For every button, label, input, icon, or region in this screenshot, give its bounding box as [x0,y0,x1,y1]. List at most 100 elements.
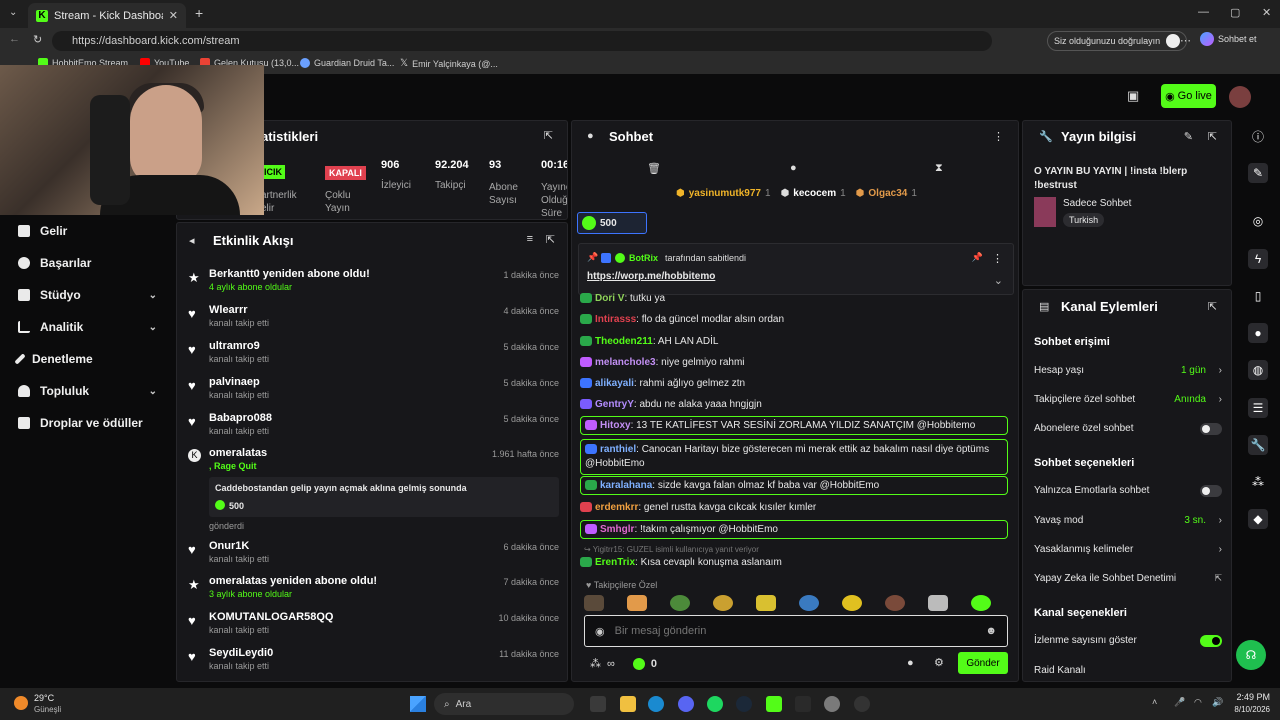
new-tab-icon[interactable]: + [195,5,203,21]
browser-tab[interactable]: K Stream - Kick Dashboard ✕ [28,3,186,28]
kick-app-icon[interactable] [766,696,782,712]
sidebar-item-topluluk[interactable]: Topluluk ⌄ [0,375,175,407]
more-menu-icon[interactable]: ⋯ [1180,34,1191,47]
share-icon[interactable]: ⁂ [590,657,601,670]
windows-start-icon[interactable] [410,696,426,712]
popout-icon[interactable]: ⇱ [1208,130,1217,143]
edit-icon[interactable]: ✎ [1248,163,1268,183]
camera-icon[interactable]: ◎ [1248,211,1268,231]
chat-username[interactable]: Intirasss [595,314,636,325]
raid-row[interactable]: Raid Kanalı [1034,665,1222,676]
edit-icon[interactable]: ✎ [1184,130,1193,143]
user-avatar[interactable] [1229,86,1251,108]
pinned-menu-icon[interactable]: ⋮ [992,252,1003,265]
followers-chat-row[interactable]: Takipçilere özel sohbet Anında › [1034,394,1222,405]
chat-username[interactable]: ErenTrix [595,557,635,568]
infinity-icon[interactable]: ∞ [607,658,615,670]
mic-icon[interactable]: 🎤 [1174,697,1185,708]
settings-icon[interactable] [824,696,840,712]
emote-icon[interactable] [584,595,604,611]
app-icon[interactable] [795,696,811,712]
emoji-icon[interactable]: ☻ [985,625,997,637]
bookmark-x[interactable]: 𝕏 Emir Yalçinkaya (@... [400,58,498,69]
emote-icon[interactable] [885,595,905,611]
share-icon[interactable]: ⁂ [1248,472,1268,492]
chat-username[interactable]: melanchole3 [595,357,656,368]
chat-username[interactable]: Smhglr [600,524,634,535]
gear-icon[interactable]: ⚙ [934,656,944,669]
emote-icon[interactable] [627,595,647,611]
profile-verify-button[interactable]: Siz olduğunuzu doğrulayın [1047,31,1188,51]
show-viewers-toggle[interactable] [1200,635,1222,647]
clock-time[interactable]: 2:49 PM [1236,692,1270,702]
copilot-chat-button[interactable]: Sohbet et [1200,32,1257,46]
emote-icon[interactable] [756,595,776,611]
info-icon[interactable]: ⓘ [1248,126,1268,146]
go-live-button[interactable]: ◉ Go live [1161,84,1216,108]
popout-icon[interactable]: ⇱ [546,233,555,246]
emote-icon[interactable] [670,595,690,611]
back-icon[interactable]: ← [9,33,20,45]
volume-icon[interactable]: 🔊 [1212,697,1223,708]
slow-mode-row[interactable]: Yavaş mod 3 sn. › [1034,515,1222,526]
emote-icon[interactable] [799,595,819,611]
banned-words-row[interactable]: Yasaklanmış kelimeler › [1034,544,1222,555]
lightning-icon[interactable]: ϟ [1248,249,1268,269]
steam-icon[interactable] [736,696,752,712]
weather-temp[interactable]: 29°C [34,693,54,703]
chevron-down-icon[interactable]: ⌄ [994,274,1003,287]
edge-icon[interactable] [648,696,664,712]
emote-icon[interactable] [842,595,862,611]
discord-icon[interactable] [678,696,694,712]
reload-icon[interactable]: ↻ [33,33,42,46]
sidebar-item-denetleme[interactable]: Denetleme [0,343,175,375]
document-icon[interactable]: ▯ [1248,286,1268,306]
filter-icon[interactable]: ≡ [527,233,533,245]
gem-icon[interactable]: ◆ [1248,509,1268,529]
unpin-icon[interactable]: 📌 [972,252,983,263]
chat-username[interactable]: karalahana [600,480,652,491]
chat-settings-icon[interactable]: ● [790,162,797,174]
obs-icon[interactable] [854,696,870,712]
minimize-icon[interactable]: — [1198,6,1209,18]
maximize-icon[interactable]: ▢ [1230,6,1240,19]
sidebar-item-basarilar[interactable]: Başarılar [0,247,175,279]
tab-close-icon[interactable]: ✕ [169,9,178,22]
spotify-icon[interactable] [707,696,723,712]
tray-chevron-icon[interactable]: ˄ [1152,697,1157,707]
sidebar-item-droplar[interactable]: Droplar ve ödüller [0,407,175,439]
chat-icon[interactable]: ● [1248,323,1268,343]
url-input[interactable]: https://dashboard.kick.com/stream [52,31,992,51]
sidebar-item-gelir[interactable]: Gelir [0,215,175,247]
subs-chat-toggle[interactable] [1200,423,1222,435]
studio-icon[interactable]: ▣ [1127,88,1139,104]
kicks-pill[interactable]: 500 [577,212,647,234]
chat-message-input[interactable] [614,625,976,637]
chat-menu-icon[interactable]: ⋮ [993,130,1004,143]
sidebar-item-analitik[interactable]: Analitik ⌄ [0,311,175,343]
chat-username[interactable]: ranthiel [600,444,636,455]
send-button[interactable]: Gönder [958,652,1008,674]
ai-moderation-row[interactable]: Yapay Zeka ile Sohbet Denetimi ⇱ [1034,573,1222,584]
chat-username[interactable]: Hitoxy [600,420,631,431]
emote-icon[interactable] [713,595,733,611]
emote-icon[interactable] [971,595,991,611]
popout-icon[interactable]: ⇱ [544,129,553,142]
taskbar-search[interactable]: ⌕ Ara [434,693,574,715]
popout-icon[interactable]: ⇱ [1208,300,1217,313]
task-view-icon[interactable] [590,696,606,712]
chat-username[interactable]: Dori V [595,293,624,304]
stream-category[interactable]: Sadece Sohbet [1063,198,1131,209]
pinned-link[interactable]: https://worp.me/hobbitemo [587,271,715,282]
wrench-icon[interactable]: 🔧 [1248,435,1268,455]
support-headset-icon[interactable]: ☊ [1236,640,1266,670]
chat-username[interactable]: GentryY [595,399,634,410]
record-icon[interactable]: ◉ [595,625,605,638]
tab-list-icon[interactable]: ⌄ [9,7,17,18]
window-close-icon[interactable]: ✕ [1262,6,1271,19]
chat-username[interactable]: Theoden211 [595,336,653,347]
emote-only-toggle[interactable] [1200,485,1222,497]
sidebar-item-studyo[interactable]: Stüdyo ⌄ [0,279,175,311]
trash-icon[interactable]: 🗑 [647,162,661,175]
broadcast-icon[interactable]: ◍ [1248,360,1268,380]
